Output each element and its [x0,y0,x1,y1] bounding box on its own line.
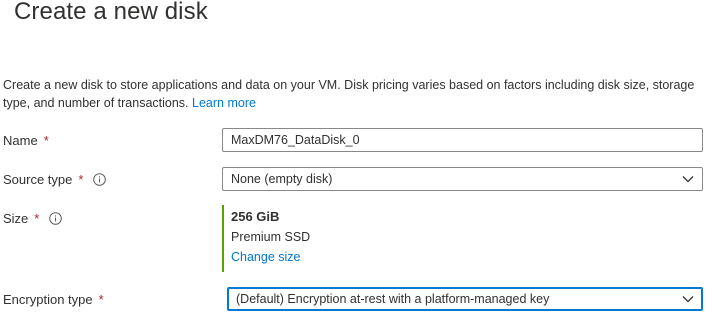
size-summary: 256 GiB Premium SSD Change size [222,205,310,272]
encryption-type-label: Encryption type * [3,292,104,307]
encryption-type-select[interactable]: (Default) Encryption at-rest with a plat… [227,287,703,311]
description: Create a new disk to store applications … [3,76,703,112]
page-title: Create a new disk [14,0,208,25]
source-type-value: None (empty disk) [231,172,333,186]
required-mark: * [43,133,49,148]
size-value: 256 GiB [231,209,280,224]
required-mark: * [78,172,84,187]
required-mark: * [98,292,104,307]
size-tier: Premium SSD [231,230,311,244]
name-label-text: Name [3,133,38,148]
size-label: Size * [3,211,63,226]
chevron-down-icon [682,295,694,303]
source-type-select[interactable]: None (empty disk) [222,167,703,191]
encryption-type-value: (Default) Encryption at-rest with a plat… [236,292,550,306]
create-disk-panel: Create a new disk Create a new disk to s… [0,0,712,324]
info-icon[interactable] [93,173,107,186]
name-input[interactable]: MaxDM76_DataDisk_0 [222,128,703,152]
encryption-type-label-text: Encryption type [3,292,93,307]
name-input-value: MaxDM76_DataDisk_0 [231,133,360,147]
source-type-label: Source type * [3,172,107,187]
chevron-down-icon [682,175,694,183]
name-label: Name * [3,133,49,148]
required-mark: * [34,211,40,226]
description-text: Create a new disk to store applications … [3,78,695,110]
learn-more-link[interactable]: Learn more [192,96,256,110]
change-size-link[interactable]: Change size [231,249,310,265]
source-type-label-text: Source type [3,172,73,187]
info-icon[interactable] [49,212,63,225]
size-label-text: Size [3,211,29,226]
